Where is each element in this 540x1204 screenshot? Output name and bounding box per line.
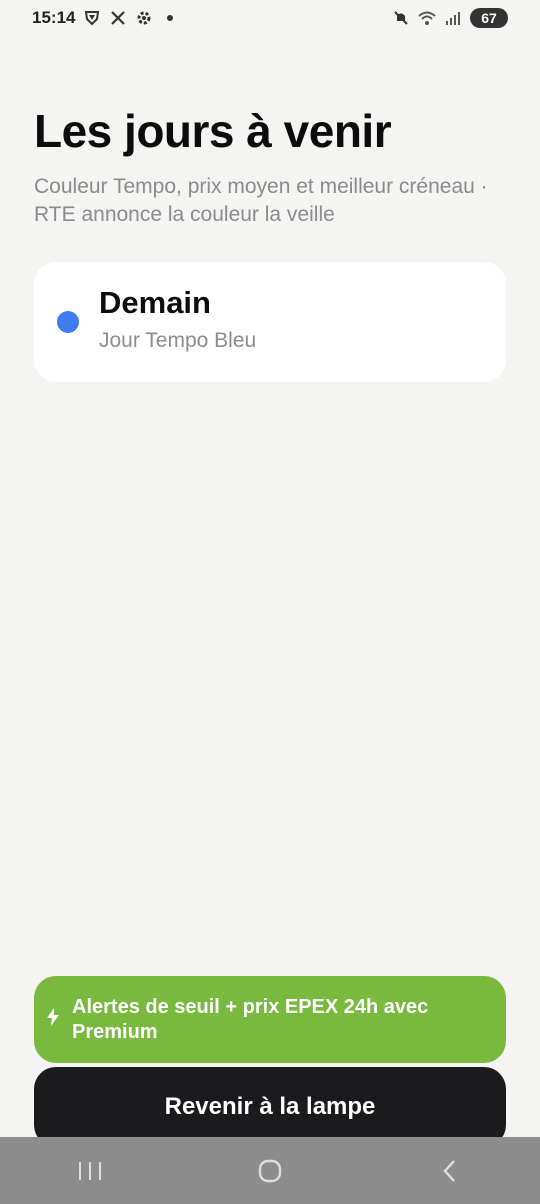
back-icon (443, 1159, 455, 1182)
day-card: Demain Jour Tempo Bleu (34, 262, 506, 382)
battery-indicator: 67 (470, 8, 508, 28)
premium-banner-text: Alertes de seuil + prix EPEX 24h avec Pr… (72, 995, 429, 1043)
gear-icon (135, 9, 153, 27)
wifi-icon (418, 9, 436, 27)
day-title: Demain (99, 285, 211, 320)
bolt-icon (46, 1008, 72, 1031)
status-bar: 15:14 67 (0, 0, 540, 36)
tempo-color-dot (57, 311, 79, 333)
day-text: Demain Jour Tempo Bleu (99, 285, 257, 353)
premium-banner[interactable]: Alertes de seuil + prix EPEX 24h avec Pr… (34, 976, 506, 1063)
back-to-lamp-button[interactable]: Revenir à la lampe (34, 1067, 506, 1147)
battery-level: 67 (481, 10, 497, 26)
back-button[interactable] (420, 1141, 480, 1201)
muted-icon (392, 9, 410, 27)
status-left: 15:14 (32, 8, 179, 28)
dot-icon (161, 9, 179, 27)
back-to-lamp-label: Revenir à la lampe (164, 1093, 376, 1120)
home-button[interactable] (240, 1141, 300, 1201)
home-icon (258, 1159, 282, 1182)
signal-icon (444, 9, 462, 27)
recents-icon (79, 1161, 101, 1180)
status-time: 15:14 (32, 8, 76, 27)
page-title: Les jours à venir (34, 105, 392, 157)
status-right: 67 (392, 8, 508, 28)
shield-icon (83, 9, 101, 27)
x-logo-icon (109, 9, 127, 27)
page-subtitle: Couleur Tempo, prix moyen et meilleur cr… (34, 175, 488, 226)
day-tempo-label: Jour Tempo Bleu (99, 329, 257, 352)
system-nav-bar (0, 1137, 540, 1204)
recents-button[interactable] (60, 1141, 120, 1201)
